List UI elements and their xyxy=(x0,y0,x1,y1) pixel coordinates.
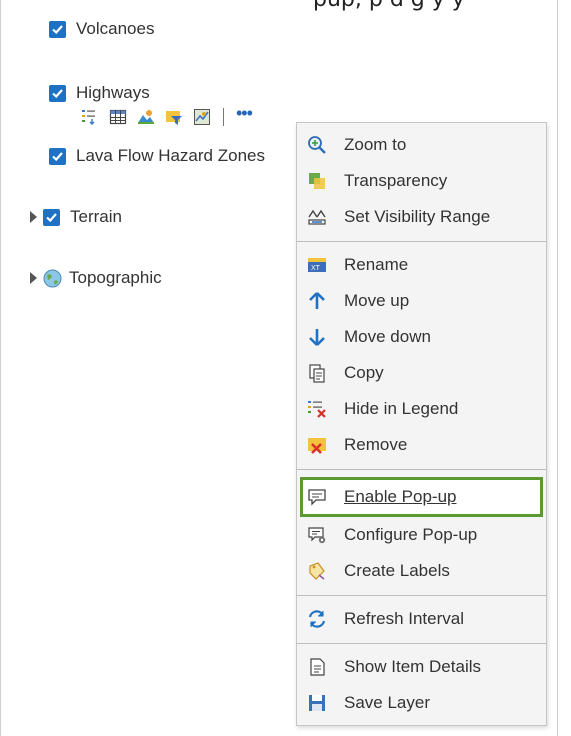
expand-arrow-icon[interactable] xyxy=(30,272,37,284)
refresh-icon xyxy=(307,609,327,629)
menu-item-move-up[interactable]: Move up xyxy=(297,283,546,319)
menu-item-hide-in-legend[interactable]: Hide in Legend xyxy=(297,391,546,427)
menu-divider xyxy=(297,241,546,242)
globe-icon xyxy=(43,269,62,288)
checkbox-checked-icon[interactable] xyxy=(49,20,66,38)
menu-item-rename[interactable]: XT Rename xyxy=(297,247,546,283)
transparency-icon xyxy=(307,171,327,191)
filter-icon[interactable] xyxy=(165,108,183,126)
menu-item-copy[interactable]: Copy xyxy=(297,355,546,391)
menu-item-zoom-to[interactable]: Zoom to xyxy=(297,127,546,163)
menu-divider xyxy=(297,595,546,596)
layer-toolbar: ••• xyxy=(81,104,253,126)
layer-label: Lava Flow Hazard Zones xyxy=(76,146,265,165)
menu-item-show-item-details[interactable]: Show Item Details xyxy=(297,649,546,685)
menu-item-set-visibility-range[interactable]: Set Visibility Range xyxy=(297,199,546,235)
arrow-down-icon xyxy=(307,327,327,347)
copy-icon xyxy=(307,363,327,383)
checkbox-checked-icon[interactable] xyxy=(43,208,60,226)
table-icon[interactable] xyxy=(109,108,127,126)
save-icon xyxy=(307,693,327,713)
layer-topographic[interactable]: Topographic xyxy=(30,268,162,288)
visibility-range-icon xyxy=(307,207,327,227)
layer-terrain[interactable]: Terrain xyxy=(30,207,122,227)
layer-volcanoes[interactable]: Volcanoes xyxy=(49,19,154,39)
checkbox-checked-icon[interactable] xyxy=(49,147,66,165)
layer-context-menu: Zoom to Transparency Set Visibility Rang… xyxy=(296,122,547,726)
menu-item-refresh-interval[interactable]: Refresh Interval xyxy=(297,601,546,637)
layer-highways[interactable]: Highways xyxy=(49,83,150,103)
layer-label: Topographic xyxy=(69,268,162,287)
checkbox-checked-icon[interactable] xyxy=(49,84,66,102)
zoom-to-icon xyxy=(307,135,327,155)
layer-lava-flow-hazard-zones[interactable]: Lava Flow Hazard Zones xyxy=(49,146,265,166)
menu-item-remove[interactable]: Remove xyxy=(297,427,546,463)
rename-icon: XT xyxy=(307,255,327,275)
popup-icon xyxy=(307,487,327,507)
labels-icon xyxy=(307,561,327,581)
menu-divider xyxy=(297,469,546,470)
item-details-icon xyxy=(307,657,327,677)
change-style-icon[interactable] xyxy=(137,108,155,126)
menu-item-configure-popup[interactable]: Configure Pop-up xyxy=(297,517,546,553)
menu-item-move-down[interactable]: Move down xyxy=(297,319,546,355)
menu-item-enable-popup[interactable]: Enable Pop-up xyxy=(297,479,546,515)
hide-legend-icon xyxy=(307,399,327,419)
layer-label: Highways xyxy=(76,83,150,102)
expand-arrow-icon[interactable] xyxy=(30,211,37,223)
layer-label: Terrain xyxy=(70,207,122,226)
more-options-icon[interactable]: ••• xyxy=(236,104,253,122)
menu-item-transparency[interactable]: Transparency xyxy=(297,163,546,199)
remove-icon xyxy=(307,435,327,455)
svg-text:XT: XT xyxy=(311,265,321,272)
menu-item-save-layer[interactable]: Save Layer xyxy=(297,685,546,721)
arrow-up-icon xyxy=(307,291,327,311)
menu-divider xyxy=(297,643,546,644)
toolbar-divider xyxy=(223,108,224,126)
legend-icon[interactable] xyxy=(81,108,99,126)
analysis-icon[interactable] xyxy=(193,108,211,126)
configure-popup-icon xyxy=(307,525,327,545)
layer-label: Volcanoes xyxy=(76,19,155,38)
menu-item-create-labels[interactable]: Create Labels xyxy=(297,553,546,589)
